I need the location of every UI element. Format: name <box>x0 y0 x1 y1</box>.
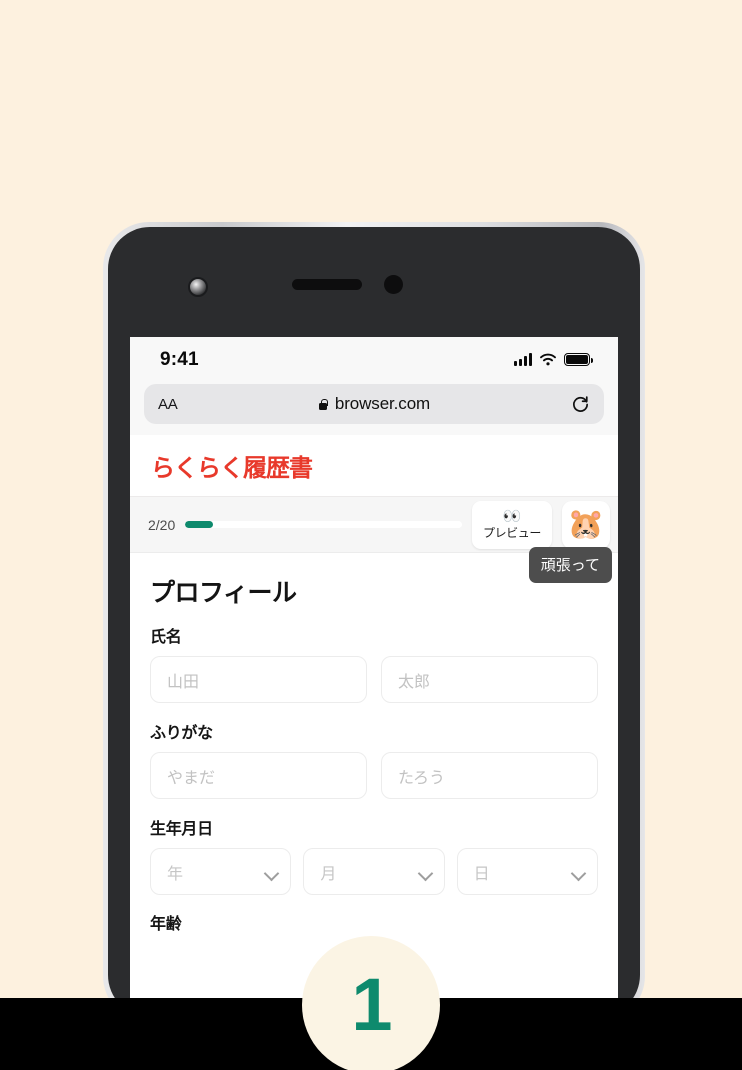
eyes-icon: 👀 <box>502 507 522 525</box>
mascot-button[interactable]: 🐹 頑張って <box>528 500 612 583</box>
step-badge: 1 <box>302 936 440 1070</box>
chevron-down-icon <box>265 868 278 876</box>
step-number: 1 <box>351 963 392 1046</box>
phone-bezel: 9:41 AA browser.com らくらく履歴書 2/20 👀 プレビュー… <box>108 227 640 1017</box>
wifi-icon <box>540 353 556 365</box>
field-label-birthdate: 生年月日 <box>150 821 213 838</box>
birth-month-value: 月 <box>320 865 337 883</box>
last-name-kana-input[interactable]: やまだ <box>150 752 367 799</box>
url-text: browser.com <box>334 394 431 413</box>
url-display: browser.com <box>144 394 604 414</box>
last-name-input[interactable]: 山田 <box>150 656 367 703</box>
proximity-sensor-icon <box>384 275 403 294</box>
field-row-name: 山田 太郎 <box>150 656 598 703</box>
lock-icon <box>318 398 329 411</box>
hamster-mascot-icon: 🐹 <box>567 507 605 541</box>
site-logo[interactable]: らくらく履歴書 <box>151 448 313 483</box>
reload-icon[interactable] <box>571 395 590 414</box>
birth-month-select[interactable]: 月 <box>303 848 445 895</box>
chevron-down-icon <box>572 868 585 876</box>
status-bar-time: 9:41 <box>160 348 199 370</box>
chevron-down-icon <box>419 868 432 876</box>
progress-bar-row: 2/20 👀 プレビュー 🐹 頑張って <box>130 497 618 583</box>
field-label-furigana: ふりがな <box>150 725 213 742</box>
progress-track <box>185 521 462 528</box>
profile-form: プロフィール 氏名 山田 太郎 ふりがな やまだ たろう 生年月日 年 月 日 … <box>130 553 618 934</box>
birth-day-value: 日 <box>473 865 490 883</box>
browser-toolbar: AA browser.com <box>130 382 618 435</box>
progress-fill <box>185 521 213 528</box>
battery-full-icon <box>564 353 593 366</box>
status-bar-icons <box>514 353 593 367</box>
phone-device-mockup: 9:41 AA browser.com らくらく履歴書 2/20 👀 プレビュー… <box>103 222 645 1022</box>
earpiece-speaker-icon <box>292 279 362 290</box>
field-label-age: 年齢 <box>150 916 182 933</box>
birth-day-select[interactable]: 日 <box>456 848 598 895</box>
cellular-signal-icon <box>514 353 532 366</box>
browser-address-bar[interactable]: AA browser.com <box>144 384 604 424</box>
mascot-tooltip: 頑張って <box>528 546 612 583</box>
birth-year-value: 年 <box>167 865 184 883</box>
field-row-birthdate: 年 月 日 <box>150 848 598 895</box>
phone-screen: 9:41 AA browser.com らくらく履歴書 2/20 👀 プレビュー… <box>130 337 618 1017</box>
field-label-name: 氏名 <box>150 629 182 646</box>
preview-button[interactable]: 👀 プレビュー <box>472 500 552 549</box>
site-header: らくらく履歴書 <box>130 435 618 497</box>
text-size-button[interactable]: AA <box>158 396 178 413</box>
progress-count-label: 2/20 <box>148 516 176 533</box>
preview-button-label: プレビュー <box>482 525 541 540</box>
first-name-input[interactable]: 太郎 <box>381 656 598 703</box>
birth-year-select[interactable]: 年 <box>150 848 292 895</box>
field-row-furigana: やまだ たろう <box>150 752 598 799</box>
first-name-kana-input[interactable]: たろう <box>381 752 598 799</box>
status-bar: 9:41 <box>130 337 618 382</box>
front-camera-icon <box>188 277 208 297</box>
